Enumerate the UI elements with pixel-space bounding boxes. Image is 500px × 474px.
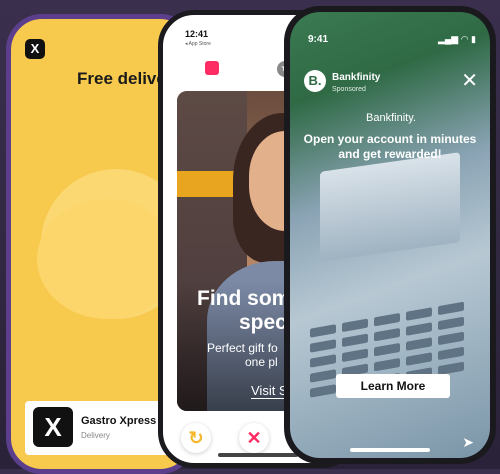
signal-wifi-battery-icon: ▂▄▆ ◠ ▮ [437, 34, 476, 44]
keypad-key [374, 327, 400, 342]
home-indicator [350, 448, 430, 452]
ad-headline-2: spec [239, 311, 287, 334]
app-logo: X [25, 39, 45, 59]
promo-text-2: and get rewarded! [338, 147, 442, 161]
brand-avatar[interactable]: B. [304, 70, 326, 92]
brand-name[interactable]: Bankfinity [332, 72, 380, 83]
keypad-key [342, 348, 368, 363]
nope-icon[interactable]: ✕ [239, 423, 269, 453]
keypad-key [310, 369, 336, 383]
close-icon[interactable]: ✕ [461, 68, 478, 93]
cards-icon[interactable] [205, 61, 219, 75]
brand-logo: Bankfinity. [366, 112, 416, 124]
ad-headline-1: Find som [197, 287, 291, 310]
keypad-key [406, 352, 432, 366]
home-indicator [218, 453, 298, 457]
keypad-key [406, 322, 432, 336]
shop-sign [177, 171, 235, 197]
keypad-key [310, 384, 336, 398]
status-time: 9:41 [308, 34, 329, 45]
ad-sub-2: one pl [245, 355, 278, 369]
keypad-key [310, 354, 336, 368]
keypad-key [438, 346, 464, 361]
status-time: 12:41 [185, 29, 209, 39]
keypad-key [438, 331, 464, 346]
send-icon[interactable]: ➤ [462, 434, 474, 451]
keypad-key [374, 342, 400, 357]
keypad-key [438, 316, 464, 331]
promo-text-1: Open your account in minutes [303, 132, 477, 146]
keypad-key [406, 337, 432, 351]
back-to-app-store[interactable]: ◂ App Store [185, 41, 211, 47]
keypad-key [342, 333, 368, 348]
learn-more-button[interactable]: Learn More [336, 374, 450, 398]
app-card-name: Gastro Xpress [81, 415, 157, 427]
visit-link[interactable]: Visit S [251, 383, 288, 399]
phone-bankfinity-ad: 9:41 ▂▄▆ ◠ ▮ B. Bankfinity Sponsored ✕ B… [284, 6, 496, 464]
rewind-icon[interactable]: ↻ [181, 423, 211, 453]
keypad-key [310, 339, 336, 353]
sponsored-label: Sponsored [332, 86, 366, 93]
app-card-category: Delivery [81, 431, 110, 440]
app-card-logo: X [33, 407, 73, 447]
keypad-key [374, 357, 400, 372]
illustration-shade [37, 199, 177, 319]
ad-sub-1: Perfect gift fo [207, 341, 278, 355]
